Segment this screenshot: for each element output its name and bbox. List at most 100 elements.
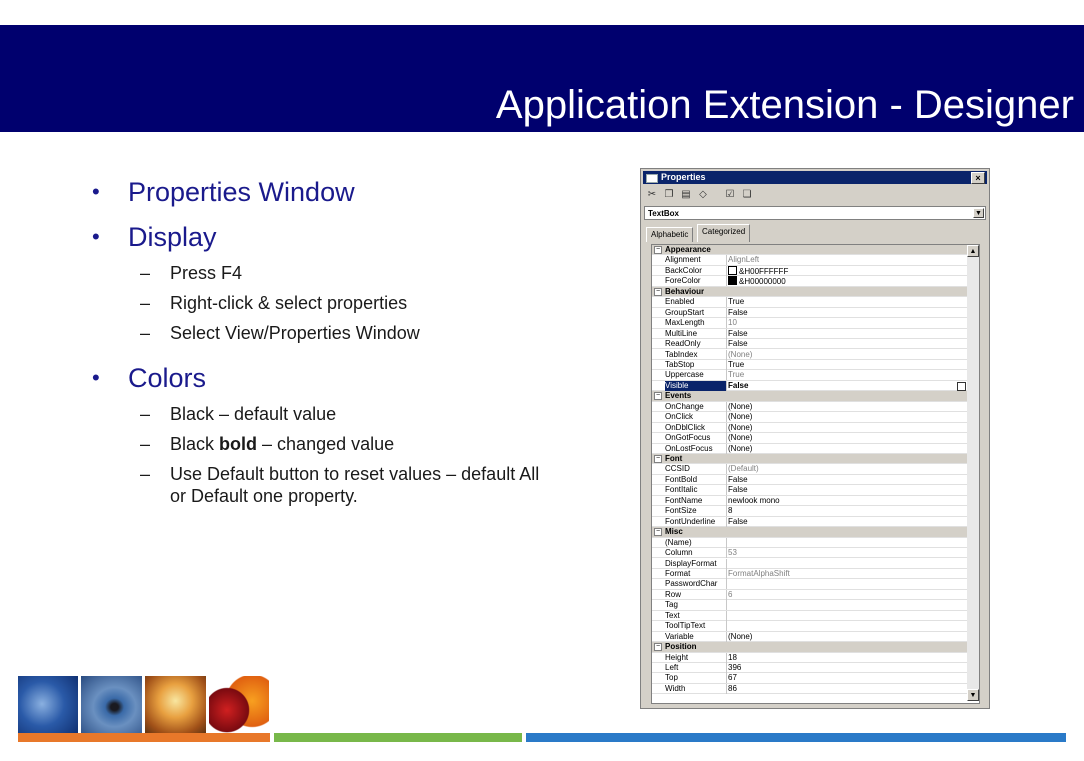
property-value[interactable]: False	[728, 339, 748, 349]
property-value[interactable]: (None)	[728, 350, 752, 360]
collapse-icon[interactable]: −	[654, 246, 662, 254]
dropdown-box-icon[interactable]	[957, 381, 966, 391]
property-name: MaxLength	[665, 318, 727, 329]
collapse-icon[interactable]: −	[654, 528, 662, 537]
property-value[interactable]: 67	[728, 673, 737, 683]
property-row[interactable]: BackColor &H00FFFFFF	[652, 265, 967, 277]
property-value[interactable]: 8	[728, 506, 732, 516]
property-row[interactable]: FontUnderline False	[652, 516, 967, 528]
property-value[interactable]: FormatAlphaShift	[728, 569, 790, 579]
property-row[interactable]: Tag	[652, 600, 967, 611]
scroll-up-icon[interactable]: ▲	[967, 245, 979, 257]
property-value[interactable]: AlignLeft	[728, 255, 759, 265]
property-value[interactable]: 10	[728, 318, 737, 328]
property-row[interactable]: GroupStart False	[652, 307, 967, 319]
collapse-icon[interactable]: −	[654, 287, 662, 296]
property-value[interactable]: (None)	[728, 402, 752, 412]
property-value[interactable]: (None)	[728, 632, 752, 642]
property-value[interactable]: 86	[728, 684, 737, 694]
scroll-down-icon[interactable]: ▼	[967, 689, 979, 701]
property-value[interactable]: (None)	[728, 412, 752, 422]
property-value[interactable]: 396	[728, 663, 741, 673]
property-category[interactable]: − Position	[652, 642, 967, 653]
property-row[interactable]: FontBold False	[652, 474, 967, 486]
property-value[interactable]: False	[728, 381, 748, 391]
property-category[interactable]: − Behaviour	[652, 286, 967, 298]
chevron-down-icon[interactable]: ▼	[973, 208, 984, 218]
properties-titlebar[interactable]: Properties ×	[643, 171, 987, 184]
title-banner: Application Extension - Designer	[0, 25, 1084, 132]
close-button[interactable]: ×	[971, 172, 985, 184]
property-row[interactable]: OnDblClick (None)	[652, 422, 967, 434]
property-value-text: (None)	[728, 433, 753, 443]
property-row[interactable]: (Name)	[652, 537, 967, 549]
property-row[interactable]: ForeColor &H00000000	[652, 276, 967, 287]
property-value[interactable]: True	[728, 360, 744, 370]
property-category[interactable]: − Font	[652, 454, 967, 465]
property-category[interactable]: − Events	[652, 391, 967, 402]
property-value[interactable]: 18	[728, 653, 737, 663]
default-all-icon[interactable]: ❏	[739, 187, 755, 202]
property-row[interactable]: Top 67	[652, 673, 967, 684]
footer-bar-orange	[18, 733, 270, 742]
tab-categorized[interactable]: Categorized	[697, 224, 751, 242]
property-value[interactable]: &H00FFFFFF	[728, 265, 788, 277]
property-row[interactable]: DisplayFormat	[652, 558, 967, 569]
property-category[interactable]: − Misc	[652, 527, 967, 538]
property-row[interactable]: Enabled True	[652, 297, 967, 308]
eraser-icon[interactable]: ◇	[695, 187, 711, 202]
property-value[interactable]: False	[728, 517, 748, 527]
property-row[interactable]: FontSize 8	[652, 506, 967, 517]
property-row[interactable]: CCSID (Default)	[652, 464, 967, 475]
paste-icon[interactable]: ▤	[678, 187, 694, 202]
property-value[interactable]: (None)	[728, 444, 752, 454]
property-value[interactable]: (None)	[728, 433, 752, 443]
property-row[interactable]: ToolTipText	[652, 621, 967, 632]
property-row[interactable]: Visible False	[652, 380, 967, 392]
property-row[interactable]: FontItalic False	[652, 485, 967, 496]
cut-icon[interactable]: ✂	[644, 187, 660, 202]
property-row[interactable]: Alignment AlignLeft	[652, 255, 967, 266]
property-row[interactable]: OnClick (None)	[652, 412, 967, 423]
property-row[interactable]: TabStop True	[652, 359, 967, 371]
property-row[interactable]: Variable (None)	[652, 631, 967, 643]
default-one-icon[interactable]: ☑	[722, 187, 738, 202]
property-row[interactable]: OnChange (None)	[652, 401, 967, 413]
property-row[interactable]: MultiLine False	[652, 328, 967, 340]
property-row[interactable]: FontName newlook mono	[652, 495, 967, 507]
property-row[interactable]: PasswordChar	[652, 579, 967, 590]
property-row[interactable]: MaxLength 10	[652, 318, 967, 329]
property-row[interactable]: Height 18	[652, 652, 967, 663]
property-category[interactable]: − Appearance	[652, 245, 967, 256]
property-value[interactable]: False	[728, 475, 748, 485]
property-value[interactable]: (None)	[728, 423, 752, 433]
collapse-icon[interactable]: −	[654, 455, 662, 463]
property-row[interactable]: Column 53	[652, 548, 967, 559]
property-value[interactable]: False	[728, 308, 748, 318]
vertical-scrollbar[interactable]: ▲ ▼	[967, 245, 979, 701]
copy-icon[interactable]: ❐	[661, 187, 677, 202]
object-selector[interactable]: TextBox ▼	[644, 206, 986, 220]
property-value[interactable]: &H00000000	[728, 276, 786, 287]
property-row[interactable]: TabIndex (None)	[652, 349, 967, 360]
property-row[interactable]: Format FormatAlphaShift	[652, 568, 967, 580]
property-row[interactable]: Uppercase True	[652, 370, 967, 381]
property-row[interactable]: Text	[652, 610, 967, 622]
property-value[interactable]: (Default)	[728, 464, 759, 474]
property-row[interactable]: ReadOnly False	[652, 339, 967, 350]
property-row[interactable]: Row 6	[652, 589, 967, 601]
collapse-icon[interactable]: −	[654, 392, 662, 401]
property-value[interactable]: False	[728, 485, 748, 495]
property-row[interactable]: Width 86	[652, 683, 967, 695]
property-value[interactable]: True	[728, 370, 744, 380]
property-row[interactable]: OnLostFocus (None)	[652, 443, 967, 454]
property-value[interactable]: False	[728, 329, 748, 339]
property-row[interactable]: OnGotFocus (None)	[652, 433, 967, 444]
property-row[interactable]: Left 396	[652, 663, 967, 674]
tab-alphabetic[interactable]: Alphabetic	[646, 227, 694, 242]
property-value[interactable]: True	[728, 297, 744, 307]
property-value[interactable]: newlook mono	[728, 496, 780, 506]
property-value[interactable]: 6	[728, 590, 732, 600]
collapse-icon[interactable]: −	[654, 643, 662, 652]
property-value[interactable]: 53	[728, 548, 737, 558]
